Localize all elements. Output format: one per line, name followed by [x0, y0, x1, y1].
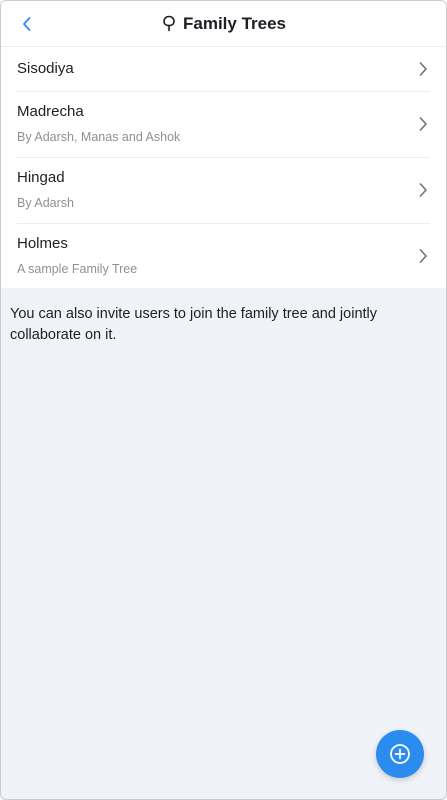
chevron-right-icon [416, 248, 430, 264]
page-title: Family Trees [182, 13, 286, 33]
family-tree-list: Sisodiya Madrecha By Adarsh, Manas and A… [1, 47, 446, 288]
list-item-subtitle: By Adarsh [17, 196, 74, 210]
invite-info-text: You can also invite users to join the fa… [10, 306, 378, 343]
list-item-holmes[interactable]: Holmes A sample Family Tree [1, 223, 446, 288]
plus-circle-icon [390, 744, 410, 764]
list-item-text: Madrecha By Adarsh, Manas and Ashok [17, 103, 416, 145]
chevron-right-icon [416, 116, 430, 132]
chevron-right-icon [416, 61, 430, 77]
tree-icon [161, 15, 177, 33]
title-group: Family Trees [161, 14, 286, 34]
list-item-title: Hingad [17, 169, 65, 186]
add-tree-button[interactable] [376, 730, 424, 778]
app-frame: Family Trees Sisodiya Madrecha By Adarsh… [0, 0, 447, 800]
list-item-sisodiya[interactable]: Sisodiya [1, 47, 446, 91]
list-item-title: Madrecha [17, 103, 84, 120]
list-item-title: Sisodiya [17, 60, 74, 77]
list-item-subtitle: A sample Family Tree [17, 261, 138, 276]
list-item-subtitle: By Adarsh, Manas and Ashok [17, 130, 181, 144]
list-item-hingad[interactable]: Hingad By Adarsh [1, 157, 446, 223]
list-item-text: Sisodiya [17, 60, 416, 78]
chevron-left-icon [23, 17, 31, 31]
list-item-text: Hingad By Adarsh [17, 169, 416, 211]
list-item-text: Holmes A sample Family Tree [17, 235, 416, 277]
header-bar: Family Trees [1, 1, 446, 47]
list-item-madrecha[interactable]: Madrecha By Adarsh, Manas and Ashok [1, 91, 446, 157]
list-item-title: Holmes [17, 234, 68, 252]
chevron-right-icon [416, 182, 430, 198]
back-button[interactable] [13, 10, 41, 38]
